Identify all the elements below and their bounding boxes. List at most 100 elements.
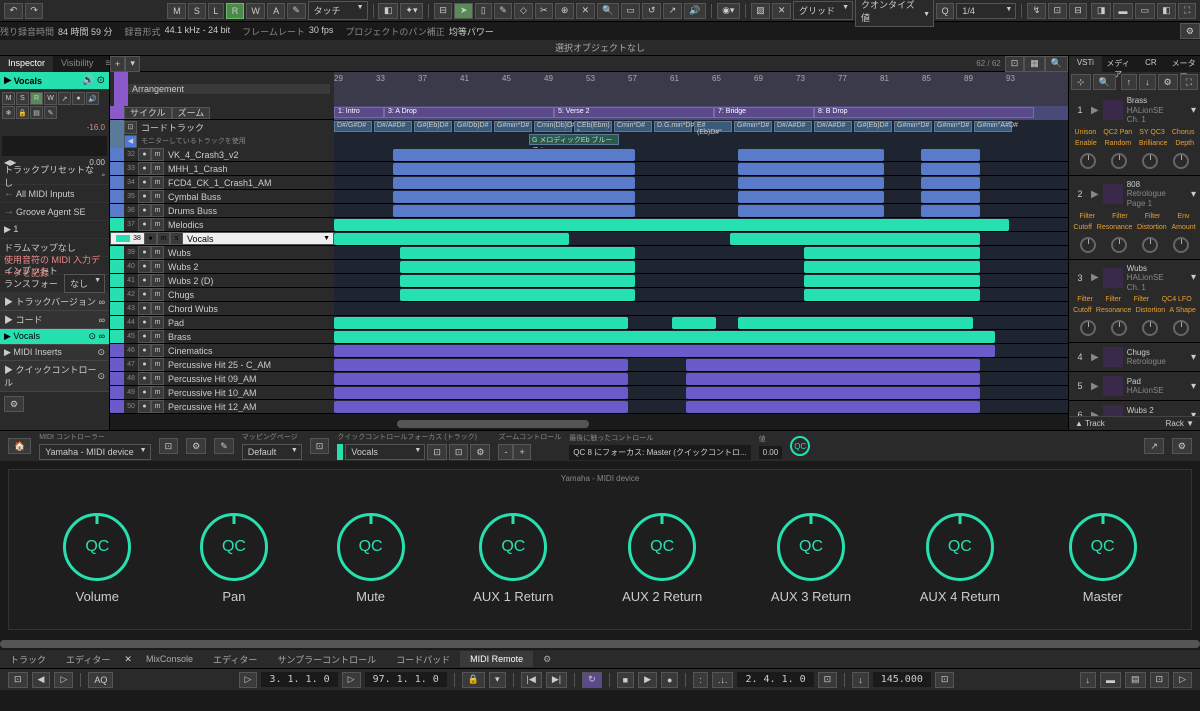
mr-opts-icon[interactable]: ⊡ [159,438,179,454]
clip[interactable] [738,177,885,189]
track-row[interactable]: 35●mCymbal Buss [110,190,1068,204]
redo-button[interactable]: ↷ [25,3,44,19]
clip[interactable] [921,149,980,161]
clip[interactable] [686,401,980,413]
clip[interactable] [804,247,980,259]
clip[interactable] [334,373,628,385]
freeze-btn[interactable]: ❄ [2,106,15,119]
clip[interactable] [921,177,980,189]
instrument-icon[interactable] [1103,376,1123,396]
timeline-ruler[interactable]: 2933374145495357616569737781858993 [334,72,1068,106]
track-row[interactable]: 50●mPercussive Hit 12_AM [110,400,1068,414]
vst-slot[interactable]: 2▶808RetrologuePage 1▾FilterFilterFilter… [1069,176,1200,260]
snap-cross-icon[interactable]: ✕ [772,3,791,19]
add-track-icon[interactable]: + [110,56,125,72]
track-lane[interactable] [334,260,1068,273]
clip[interactable] [334,219,1009,231]
chord-event[interactable]: E#(Eb)D#° [694,121,732,132]
extra-a-icon[interactable]: ⊡ [1150,672,1170,688]
track-lane[interactable] [334,190,1068,203]
speaker-icon[interactable]: 🔊 [82,75,94,86]
settings-icon[interactable]: ⚙ [1180,23,1200,39]
chord-event[interactable]: D#/A#D# [774,121,812,132]
param-knob[interactable] [1142,153,1158,169]
vst-add-icon[interactable]: ⊹ [1071,74,1091,90]
clip[interactable] [334,317,628,329]
mixer-icon[interactable]: ▤ [1125,672,1146,688]
tempo-track-icon[interactable]: ↓ [852,672,869,688]
vst-settings-icon[interactable]: ⚙ [1158,74,1178,90]
arrangement-section[interactable]: 1: Intro [334,107,384,118]
track-lane[interactable] [334,330,1068,343]
lock-btn[interactable]: 🔒 [16,106,29,119]
track-row[interactable]: 34●mFCD4_CK_1_Crash1_AM [110,176,1068,190]
qc-knob[interactable]: QC [337,513,405,581]
clip[interactable] [393,205,635,217]
solo-all[interactable]: S [188,3,205,19]
snap-icon[interactable]: ▧ [751,3,771,19]
range-tool-icon[interactable]: ▯ [475,3,491,19]
comp-tool-icon[interactable]: ▭ [621,3,641,19]
clip[interactable] [738,317,973,329]
chord-event[interactable]: G#(Eb)D# [414,121,452,132]
param-knob[interactable] [1173,237,1189,253]
track-row[interactable]: 49●mPercussive Hit 10_AM [110,386,1068,400]
listen-all[interactable]: L [208,3,224,19]
track-lane[interactable] [334,372,1068,385]
clip[interactable] [334,359,628,371]
automation-a[interactable]: A [267,3,284,19]
clip[interactable] [393,163,635,175]
vst-search-icon[interactable]: 🔍 [1093,74,1116,90]
tab-cr[interactable]: CR [1135,56,1168,72]
search-track-icon[interactable]: 🔍 [1045,56,1068,72]
track-lane[interactable] [334,246,1068,259]
record-button[interactable]: ● [661,672,678,688]
vst-rack-switch[interactable]: Rack ▼ [1166,419,1194,428]
track-row[interactable]: 37●mMelodics [110,218,1068,232]
snap-type-select[interactable]: グリッド [793,1,853,20]
zone-left-icon[interactable]: ◨ [1091,3,1111,19]
pointer-tool-icon[interactable]: ➤ [454,3,473,19]
tool-a-icon[interactable]: ◧ [378,3,398,19]
tab-media[interactable]: メディア [1102,56,1135,72]
erase-tool-icon[interactable]: ◇ [514,3,532,19]
home-icon[interactable]: 🏠 [8,438,31,454]
instrument-icon[interactable] [1103,100,1123,120]
next-marker-icon[interactable]: ▶| [546,672,567,688]
qc-knob[interactable]: QC [200,513,268,581]
clip[interactable] [334,401,628,413]
stop-button[interactable]: ■ [617,672,634,688]
vst-slot[interactable]: 1▶BrassHALionSECh. 1▾UnisonQC2 PanSY QC3… [1069,92,1200,176]
track-row[interactable]: 43●mChord Wubs [110,302,1068,316]
q-icon-c[interactable]: ⊟ [1069,3,1088,19]
track-row[interactable]: 40●mWubs 2 [110,260,1068,274]
arrangement-section[interactable]: 8: B Drop [814,107,1034,118]
extra-b-icon[interactable]: ▷ [1173,672,1192,688]
arrangement-lane[interactable]: 1: Intro3: A Drop5: Verse 27: Bridge8: B… [334,106,1068,120]
chord-event[interactable]: G#min*D# [494,121,532,132]
param-knob[interactable] [1173,320,1189,336]
param-knob[interactable] [1080,153,1096,169]
track-row[interactable]: 38●msVocals [110,232,1068,246]
zone-maximize-icon[interactable]: ⛶ [1178,3,1196,19]
qc-knob[interactable]: QC [926,513,994,581]
vst-slot[interactable]: 6▶Wubs 2HALionSE▾ [1069,401,1200,416]
track-lane[interactable] [334,162,1068,175]
qc-knob[interactable]: QC [628,513,696,581]
cycle-icon[interactable]: ↻ [582,672,602,688]
param-knob[interactable] [1142,320,1158,336]
zone-right-icon[interactable]: ◧ [1157,3,1177,19]
track-menu-icon[interactable]: ▾ [125,56,140,72]
chord-event[interactable]: D.G.min*D# [654,121,692,132]
close-editor-icon[interactable]: ✕ [120,654,136,665]
track-row[interactable]: 42●mChugs [110,288,1068,302]
punch-pts-icon[interactable]: ▷ [54,672,73,688]
vst-close-icon[interactable]: ⛶ [1180,74,1198,90]
scale-event[interactable]: G メロディックEb ブルース I [529,134,619,145]
section-quick-controls[interactable]: ▶ クイックコントロール⊙ [0,361,109,392]
clip[interactable] [400,289,635,301]
arrangement-section[interactable]: 7: Bridge [714,107,814,118]
track-lane[interactable] [334,148,1068,161]
section-chord[interactable]: ▶ コード∞ [0,311,109,329]
vst-slot[interactable]: 3▶WubsHALionSECh. 1▾FilterFilterFilterQC… [1069,260,1200,344]
